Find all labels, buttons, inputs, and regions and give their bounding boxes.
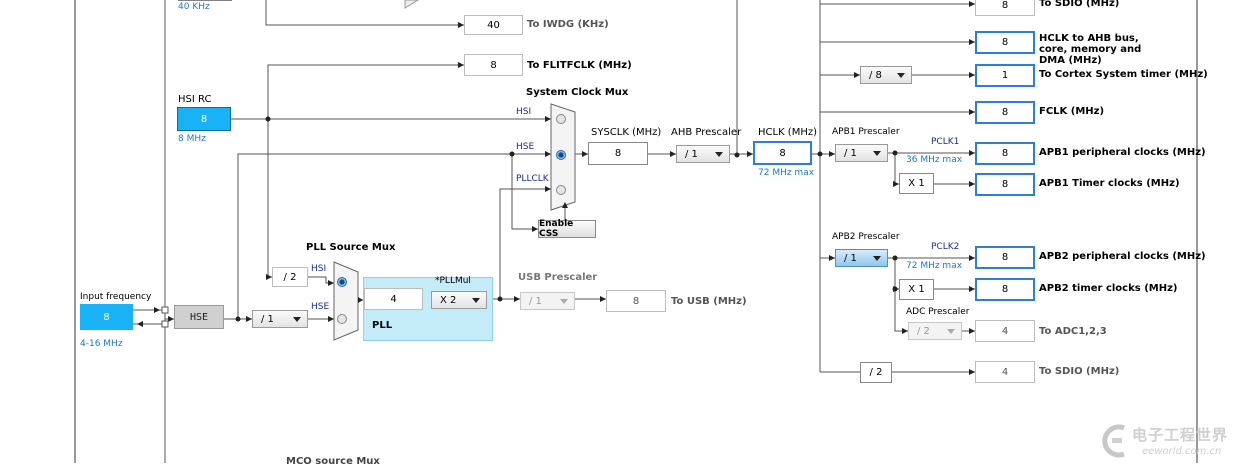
usb-prescaler-dropdown[interactable]: / 1 [520, 292, 575, 310]
watermark-cn: 电子工程世界 [1132, 426, 1229, 444]
apb1-timer-mult: X 1 [899, 173, 934, 194]
flitf-label: To FLITFCLK (MHz) [527, 60, 632, 71]
pclk2-label: PCLK2 [931, 242, 960, 252]
fclk-value[interactable]: 8 [975, 101, 1035, 124]
mco-source-mux-title: MCO source Mux [286, 456, 380, 467]
usb-label: To USB (MHz) [671, 296, 747, 307]
usb-prescaler-title: USB Prescaler [518, 272, 598, 283]
fclk-label: FCLK (MHz) [1039, 106, 1105, 117]
sys-mux-hse-radio[interactable] [556, 150, 566, 160]
sdio-top-value[interactable]: 8 [975, 0, 1035, 16]
sys-mux-pllclk-radio[interactable] [556, 185, 566, 195]
sys-mux-hsi-label: HSI [516, 107, 532, 117]
system-clock-mux-title: System Clock Mux [526, 87, 629, 98]
sdio-divider: / 2 [860, 362, 892, 383]
flitf-value[interactable]: 8 [464, 54, 523, 76]
lsi-note: 40 KHz [178, 2, 210, 12]
pll-source-mux-title: PLL Source Mux [306, 242, 396, 253]
eeworld-logo-icon [1102, 424, 1125, 458]
chevron-down-icon [873, 256, 881, 261]
apb2-prescaler-title: APB2 Prescaler [832, 232, 900, 242]
cortex-divider-dropdown[interactable]: / 8 [860, 66, 912, 84]
hse-block: HSE [174, 305, 224, 329]
apb2-timer-mult: X 1 [899, 279, 934, 300]
hsi-rc-value[interactable]: 8 [177, 107, 231, 131]
watermark-en: eeworld.com.cn [1142, 446, 1222, 457]
hsi-rc-note: 8 MHz [178, 134, 206, 144]
apb2-max: 72 MHz max [906, 261, 963, 271]
sdio-top-label: To SDIO (MHz) [1039, 0, 1120, 9]
hsi-rc-title: HSI RC [178, 94, 212, 105]
chevron-down-icon [293, 317, 301, 322]
apb2-prescaler-dropdown[interactable]: / 1 [835, 249, 888, 267]
apb1-timer-label: APB1 Timer clocks (MHz) [1039, 178, 1180, 189]
iwdg-value[interactable]: 40 [464, 15, 523, 35]
apb2-timer-value[interactable]: 8 [975, 278, 1035, 301]
sys-mux-hse-label: HSE [516, 142, 535, 152]
sdio-bottom-value[interactable]: 4 [975, 361, 1035, 383]
sysclk-value[interactable]: 8 [588, 142, 648, 165]
adc-value[interactable]: 4 [975, 320, 1035, 342]
hse-divider-value: / 1 [261, 313, 274, 325]
sys-mux-pllclk-label: PLLCLK [516, 174, 549, 184]
pll-label: PLL [372, 320, 393, 331]
chevron-down-icon [897, 73, 905, 78]
hclk-ahb-value[interactable]: 8 [975, 31, 1035, 54]
apb1-max: 36 MHz max [906, 155, 963, 165]
input-frequency-value[interactable]: 8 [80, 304, 133, 330]
apb2-prescaler-value: / 1 [844, 252, 857, 264]
enable-css-button[interactable]: Enable CSS [538, 219, 596, 239]
apb1-prescaler-value: / 1 [844, 147, 857, 159]
adc-prescaler-value: / 2 [917, 325, 930, 337]
apb1-periph-value[interactable]: 8 [975, 142, 1035, 165]
pclk1-label: PCLK1 [931, 137, 960, 147]
ahb-prescaler-title: AHB Prescaler [671, 127, 742, 138]
apb2-periph-label: APB2 peripheral clocks (MHz) [1039, 251, 1206, 262]
hse-divider-dropdown[interactable]: / 1 [252, 310, 308, 328]
pll-mul-value: X 2 [440, 294, 457, 306]
input-frequency-title: Input frequency [80, 292, 152, 302]
hclk-value[interactable]: 8 [753, 141, 812, 165]
apb1-timer-value[interactable]: 8 [975, 173, 1035, 196]
apb1-prescaler-dropdown[interactable]: / 1 [835, 144, 888, 162]
pll-src-hsi-radio[interactable] [337, 277, 347, 287]
adc-prescaler-dropdown[interactable]: / 2 [908, 322, 962, 340]
pll-mul-title: *PLLMul [435, 276, 471, 286]
sdio-bottom-label: To SDIO (MHz) [1039, 366, 1120, 377]
apb2-periph-value[interactable]: 8 [975, 246, 1035, 269]
hsi-div2-box: / 2 [272, 267, 308, 287]
cortex-timer-value[interactable]: 1 [975, 64, 1035, 87]
adc-label: To ADC1,2,3 [1039, 326, 1107, 337]
pll-src-hse-label: HSE [311, 302, 330, 312]
chevron-down-icon [873, 151, 881, 156]
pll-src-hsi-label: HSI [311, 264, 327, 274]
hclk-ahb-label: HCLK to AHB bus, core, memory and DMA (M… [1039, 33, 1142, 66]
hclk-max: 72 MHz max [758, 168, 815, 178]
pll-src-hse-radio[interactable] [337, 314, 347, 324]
chevron-down-icon [715, 152, 723, 157]
chevron-down-icon [472, 298, 480, 303]
usb-value[interactable]: 8 [606, 290, 666, 312]
apb1-prescaler-title: APB1 Prescaler [832, 127, 900, 137]
cortex-divider-value: / 8 [869, 69, 882, 81]
pll-mul-dropdown[interactable]: X 2 [431, 291, 487, 309]
hclk-title: HCLK (MHz) [758, 127, 818, 138]
usb-prescaler-value: / 1 [529, 295, 542, 307]
iwdg-label: To IWDG (KHz) [527, 19, 609, 30]
chevron-down-icon [560, 299, 568, 304]
chevron-down-icon [947, 329, 955, 334]
sys-mux-hsi-radio[interactable] [556, 114, 566, 124]
apb1-periph-label: APB1 peripheral clocks (MHz) [1039, 147, 1206, 158]
ahb-prescaler-value: / 1 [685, 148, 698, 160]
adc-prescaler-title: ADC Prescaler [906, 307, 970, 317]
apb2-timer-label: APB2 timer clocks (MHz) [1039, 283, 1178, 294]
eeworld-watermark: 电子工程世界 eeworld.com.cn [1100, 422, 1230, 462]
pll-input-value: 4 [364, 288, 423, 310]
ahb-prescaler-dropdown[interactable]: / 1 [676, 145, 730, 163]
cortex-timer-label: To Cortex System timer (MHz) [1039, 69, 1208, 80]
input-frequency-range: 4-16 MHz [80, 339, 123, 349]
sysclk-title: SYSCLK (MHz) [591, 127, 662, 138]
